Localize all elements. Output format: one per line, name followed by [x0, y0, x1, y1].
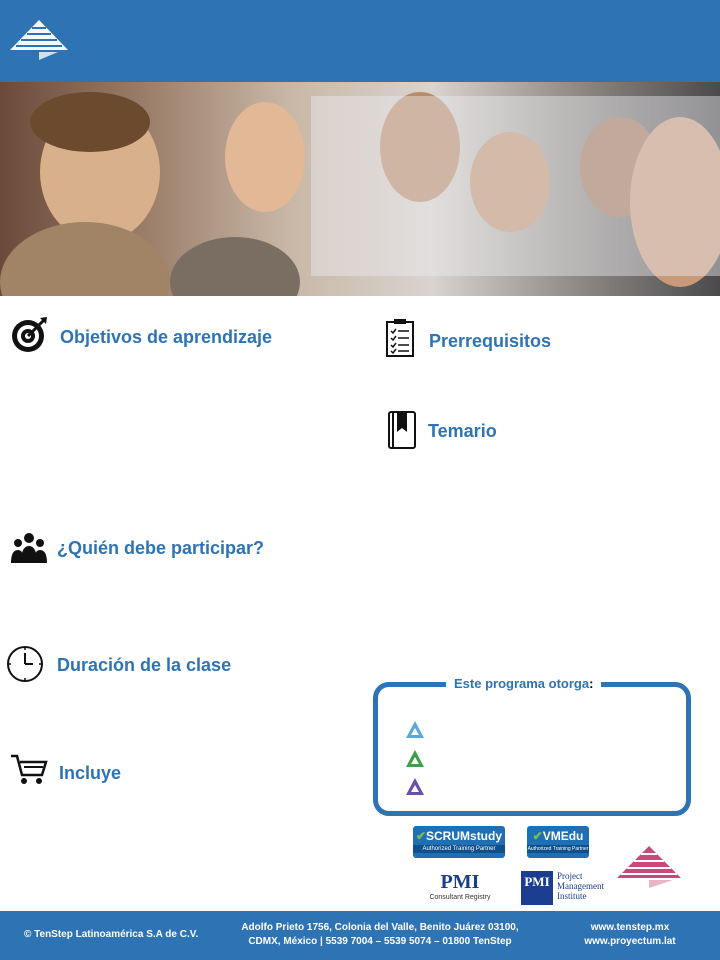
shopping-cart-icon	[11, 754, 48, 784]
footer-copyright: © TenStep Latinoamérica S.A de C.V.	[24, 929, 199, 940]
company-logo-icon	[10, 20, 68, 60]
check-icon: ✔	[415, 829, 427, 843]
triangle-bullet-icon	[406, 750, 424, 767]
scrumstudy-logo: ✔SCRUMstudy Authorized Training Partner	[413, 826, 505, 858]
link-proyectum[interactable]: www.proyectum.lat	[575, 935, 685, 949]
certificates-title-colon: :	[589, 676, 594, 691]
hero-photo	[0, 82, 720, 296]
target-icon	[12, 317, 47, 352]
section-temario-title: Temario	[428, 421, 497, 441]
link-tenstep[interactable]: www.tenstep.mx	[575, 921, 685, 935]
pmi-rep-logo: PMI Project Management Institute	[521, 871, 607, 907]
book-icon	[388, 411, 416, 449]
vmedu-logo: ✔VMEdu Authorized Training Partner	[527, 826, 589, 858]
triangle-bullet-icon	[406, 778, 424, 795]
triangle-bullet-icon	[406, 721, 424, 738]
section-quien-title: ¿Quién debe participar?	[57, 538, 265, 558]
footer-bar: © TenStep Latinoamérica S.A de C.V. Adol…	[0, 911, 720, 960]
footer-address: Adolfo Prieto 1756, Colonia del Valle, B…	[241, 922, 519, 947]
certificates-title-text: Este programa otorga	[454, 676, 590, 691]
check-icon: ✔	[532, 829, 543, 843]
people-icon	[11, 533, 47, 563]
section-incluye-title: Incluye	[59, 763, 122, 783]
certificates-title: Este programa otorga:	[446, 676, 602, 691]
pmi-rep-badge: PMI	[521, 871, 553, 905]
tenstep-pyramid-logo	[617, 846, 681, 888]
pmi-consultant-logo: PMI Consultant Registry	[429, 871, 491, 901]
section-objetivos-title: Objetivos de aprendizaje	[60, 327, 273, 347]
footer-websites: www.tenstep.mx www.proyectum.lat	[575, 921, 685, 949]
clock-icon	[7, 646, 43, 682]
section-prerrequisitos-title: Prerrequisitos	[429, 331, 552, 351]
section-duracion-title: Duración de la clase	[57, 655, 232, 675]
hero-overlay	[311, 96, 720, 276]
header-bar	[0, 0, 720, 82]
checklist-icon	[386, 319, 414, 357]
